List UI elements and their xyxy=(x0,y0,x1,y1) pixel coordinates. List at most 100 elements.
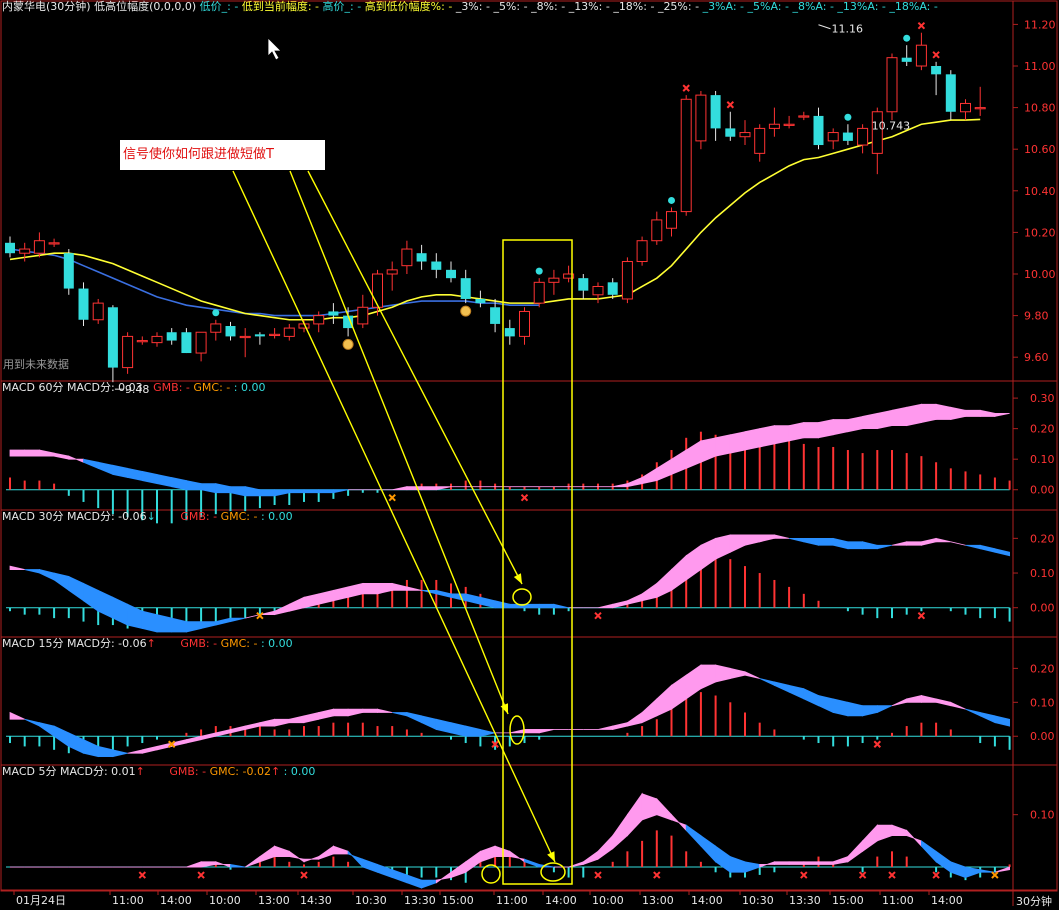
macd-band-segment xyxy=(185,480,202,491)
candle-body xyxy=(239,335,251,339)
future-data-label: 用到未来数据 xyxy=(3,358,69,371)
header-item: _25%: - xyxy=(657,0,703,13)
candle xyxy=(960,99,971,121)
macd-band-segment xyxy=(9,565,25,570)
macd-band-segment xyxy=(612,483,628,488)
x-axis-label: 10:00 xyxy=(209,894,241,907)
macd-band-segment xyxy=(582,850,599,865)
macd60-gmc: GMC: - xyxy=(193,381,231,394)
header-item: _18%: - xyxy=(613,0,658,13)
x-axis-label: 11:00 xyxy=(496,894,528,907)
macd-band-segment xyxy=(921,537,937,546)
candle-body xyxy=(886,57,898,113)
candle xyxy=(446,261,456,283)
macd-band-segment xyxy=(509,728,525,734)
candle-body xyxy=(107,307,118,368)
macd-band-segment xyxy=(318,489,334,494)
candle xyxy=(886,53,898,121)
candle xyxy=(122,332,134,374)
macd-band-segment xyxy=(788,422,805,442)
header-item: _13%A: - xyxy=(837,0,890,13)
macd60-name: MACD 60分 xyxy=(2,381,64,394)
candle-body xyxy=(210,323,222,333)
candle-body xyxy=(754,127,766,154)
x-axis-label: 14:00 xyxy=(691,894,723,907)
macd-x-signal xyxy=(388,494,396,502)
macd-band-segment xyxy=(303,711,320,724)
header-item: 低价_: - xyxy=(199,0,242,13)
macd30-gmc: GMC: - xyxy=(220,510,258,523)
period-label[interactable]: 30分钟 xyxy=(1016,893,1052,909)
macd-x-signal xyxy=(800,871,808,879)
macd-band-segment xyxy=(685,664,702,700)
x-axis-label: 13:00 xyxy=(258,894,290,907)
macd-band-segment xyxy=(832,419,849,436)
macd-band-segment xyxy=(627,711,643,727)
macd-band-segment xyxy=(230,486,246,497)
macd-band-segment xyxy=(288,596,305,612)
macd-band-segment xyxy=(524,729,540,734)
candle-body xyxy=(386,269,398,275)
macd-band-segment xyxy=(627,593,643,605)
macd-band-segment xyxy=(435,589,452,598)
macd-band-segment xyxy=(362,708,378,713)
macd-band-segment xyxy=(230,863,246,868)
callout-arrow-head xyxy=(500,703,508,714)
macd-x-signal xyxy=(888,871,896,879)
candle xyxy=(857,124,869,154)
price-tick-label: 11.20 xyxy=(1024,18,1056,31)
candle-body xyxy=(739,132,751,138)
macd-band-segment xyxy=(303,489,320,494)
macd-band-segment xyxy=(656,797,672,821)
candle xyxy=(181,328,192,354)
candle-body xyxy=(680,98,692,213)
macd-band-segment xyxy=(921,403,937,424)
macd60-value: 0.03 xyxy=(118,381,143,394)
macd-band-segment xyxy=(141,610,158,633)
candle xyxy=(254,332,265,345)
macd-band-segment xyxy=(171,617,187,633)
macd30-name: MACD 30分 xyxy=(2,510,64,523)
candle-body xyxy=(33,240,45,254)
macd5-extra: : 0.00 xyxy=(283,765,316,778)
price-tick-label: 10.40 xyxy=(1024,185,1056,198)
money-bag-icon xyxy=(342,338,354,350)
macd-band-segment xyxy=(391,582,408,591)
candle-body xyxy=(475,298,486,304)
macd-band-segment xyxy=(524,858,540,868)
macd30-arrow: ↓ xyxy=(146,510,156,523)
macd-band-segment xyxy=(156,473,173,488)
macd-band-segment xyxy=(9,711,25,720)
macd-band-segment xyxy=(274,489,290,497)
macd-tick-label: 0.10 xyxy=(1030,567,1055,580)
candle xyxy=(151,332,163,347)
macd-band-segment xyxy=(685,440,702,469)
indicator-name: 低高位幅度(0,0,0,0) xyxy=(94,0,197,13)
candle-body xyxy=(63,253,74,289)
macd-band-segment xyxy=(891,541,908,546)
header-item: _5%: - xyxy=(493,0,532,13)
callout-arrow-head xyxy=(547,851,555,862)
macd-band-segment xyxy=(259,718,276,727)
candle xyxy=(798,111,810,121)
macd-band-segment xyxy=(965,708,981,717)
macd-band-segment xyxy=(818,537,834,546)
cyan-signal-dot xyxy=(668,196,675,204)
macd-band-segment xyxy=(950,861,966,879)
candle xyxy=(651,211,663,245)
candle-body xyxy=(225,326,236,337)
macd-band-segment xyxy=(729,534,746,553)
macd-band-segment xyxy=(656,684,672,717)
macd-band-segment xyxy=(392,712,408,717)
x-axis-label: 13:00 xyxy=(642,894,674,907)
candle-body xyxy=(136,340,148,343)
macd-band-segment xyxy=(112,596,128,626)
macd-tick-label: 0.30 xyxy=(1030,392,1055,405)
macd-band-segment xyxy=(700,664,716,690)
macd-band-segment xyxy=(950,541,966,546)
candle-body xyxy=(901,57,912,62)
macd-band-segment xyxy=(39,449,55,457)
header-items: 低价_: - 低到当前幅度: - 高价_: - 高到低价幅度%: - _3%: … xyxy=(200,0,938,13)
x-axis-label: 14:00 xyxy=(160,894,192,907)
candle-body xyxy=(636,240,648,263)
